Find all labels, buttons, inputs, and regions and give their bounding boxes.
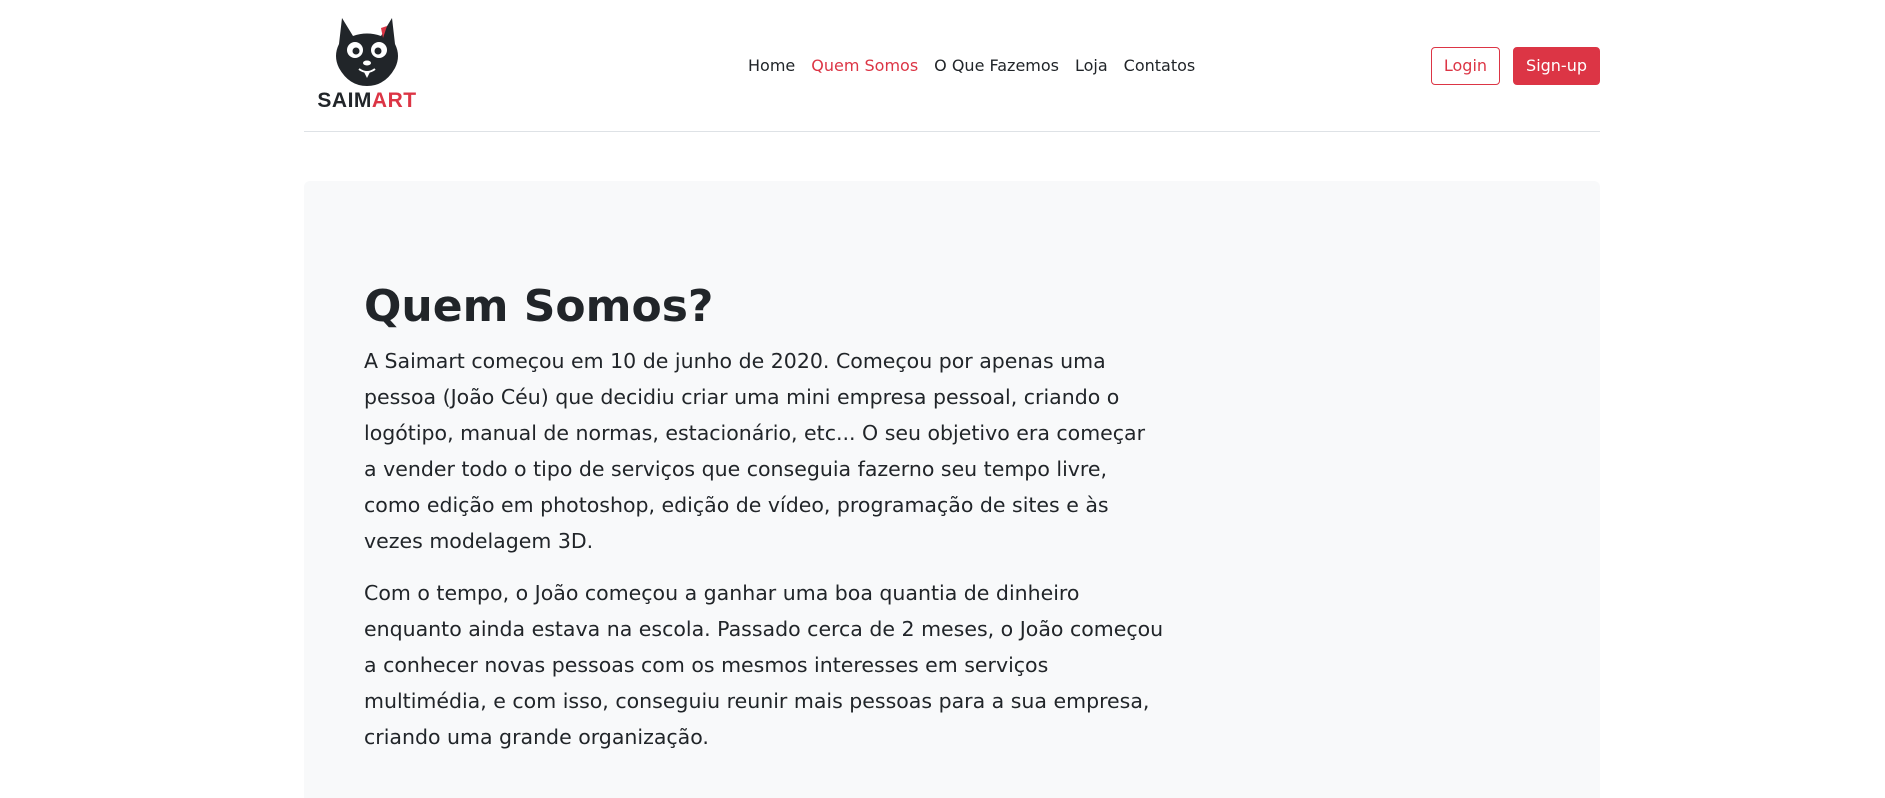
main-container: SAIMART Home Quem Somos O Que Fazemos Lo…: [304, 0, 1600, 798]
brand-name: SAIMART: [309, 90, 425, 111]
brand-name-part1: SAIM: [317, 89, 372, 112]
nav-item-home[interactable]: Home: [740, 54, 803, 78]
about-paragraph-2: Com o tempo, o João começou a ganhar uma…: [364, 581, 1164, 749]
nav-item-o-que-fazemos[interactable]: O Que Fazemos: [926, 54, 1067, 78]
main-nav: Home Quem Somos O Que Fazemos Loja Conta…: [740, 54, 1203, 78]
about-paragraph-1: A Saimart começou em 10 de junho de 2020…: [364, 349, 1146, 553]
nav-item-contatos[interactable]: Contatos: [1116, 54, 1204, 78]
about-section: Quem Somos? A Saimart começou em 10 de j…: [304, 181, 1600, 798]
cat-face-icon: [336, 18, 398, 86]
nav-item-loja[interactable]: Loja: [1067, 54, 1116, 78]
page: SAIMART Home Quem Somos O Que Fazemos Lo…: [0, 0, 1885, 798]
auth-buttons: Login Sign-up: [1430, 47, 1600, 85]
login-button[interactable]: Login: [1430, 47, 1501, 85]
brand-name-part2: ART: [371, 89, 417, 112]
signup-button[interactable]: Sign-up: [1513, 47, 1600, 85]
brand-logo[interactable]: SAIMART: [309, 14, 425, 114]
page-title: Quem Somos?: [364, 281, 714, 332]
nav-item-quem-somos[interactable]: Quem Somos: [803, 54, 926, 78]
site-header: SAIMART Home Quem Somos O Que Fazemos Lo…: [304, 0, 1600, 132]
about-content: Quem Somos? A Saimart começou em 10 de j…: [364, 281, 1164, 771]
